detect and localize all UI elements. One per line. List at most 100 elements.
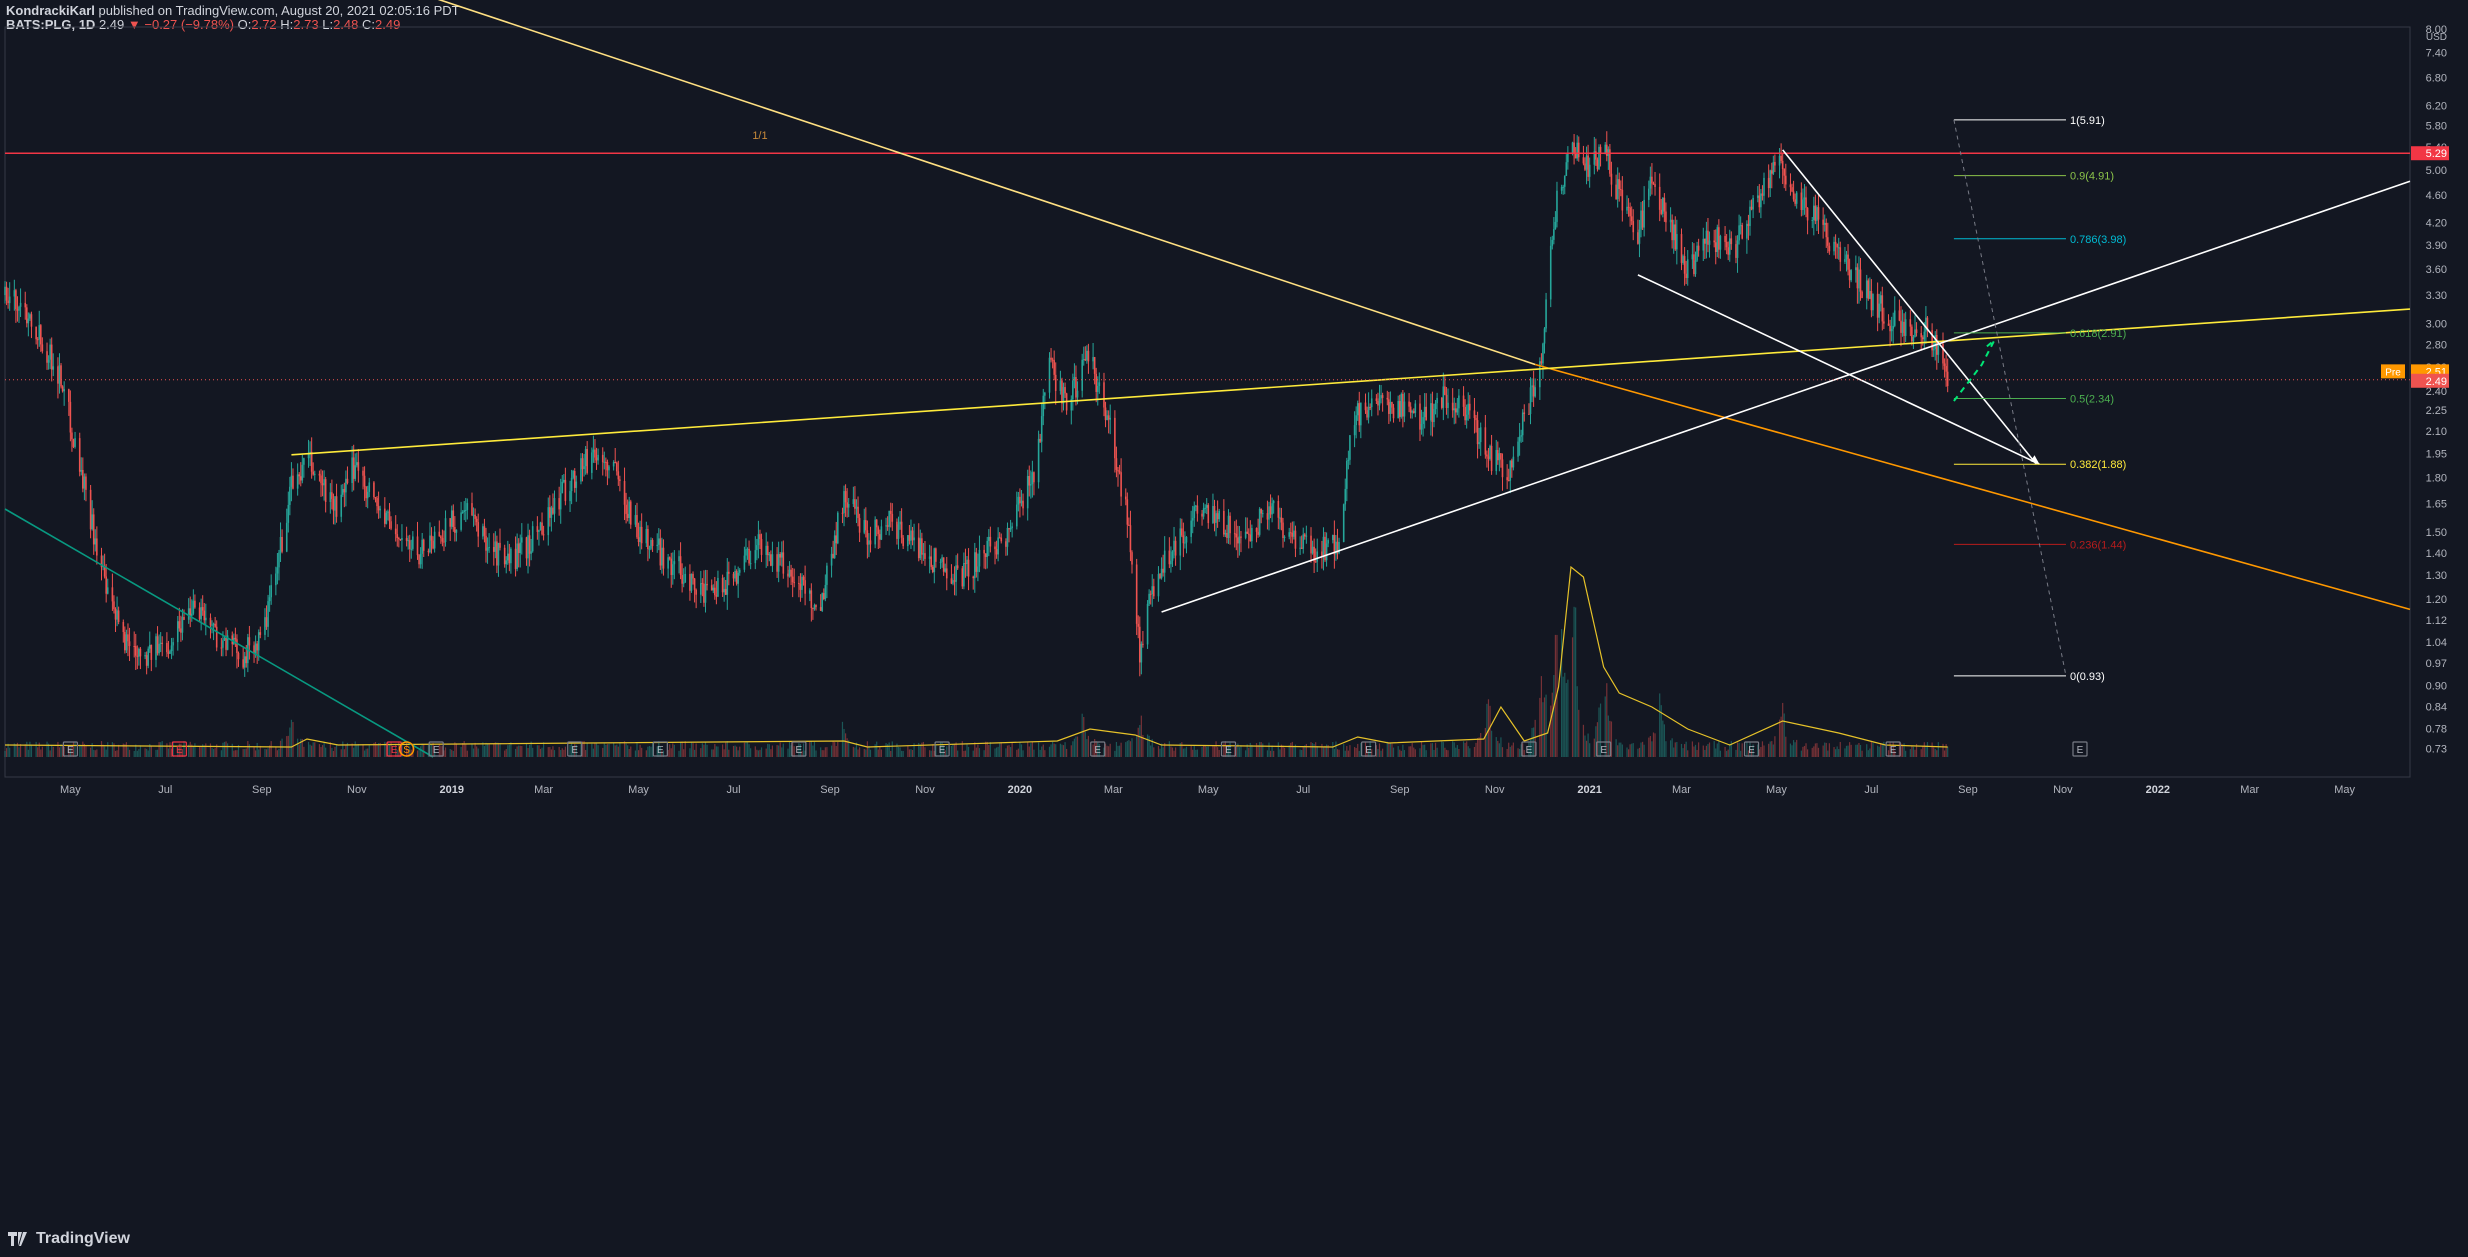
candle-body [1202,508,1205,517]
candle-body [813,604,816,610]
candle-body [1716,227,1719,252]
volume-bar [1542,702,1544,757]
volume-bar [1621,744,1623,757]
volume-bar [728,749,730,757]
volume-bar [591,743,593,757]
volume-bar [1813,746,1815,757]
candle-body [82,469,84,489]
volume-bar [639,744,641,757]
candle-body [1195,505,1197,507]
candle-body [1845,254,1848,260]
trendline-green-descending [4,508,434,758]
volume-bar [144,748,146,757]
volume-bar [553,750,556,757]
candle-body [1637,232,1639,244]
volume-bar [1617,745,1619,757]
candle-body [30,314,33,327]
volume-bar [264,748,266,757]
candle-body [281,537,283,552]
candle-body [1865,280,1868,298]
price-tick-label: 5.80 [2426,121,2447,133]
candle-body [1621,189,1624,211]
volume-bar [1920,749,1922,757]
candle-body [1149,593,1152,595]
candle-body [1442,386,1445,408]
volume-bar [739,746,741,757]
candle-body [1900,320,1902,333]
volume-bar [1106,745,1108,757]
volume-bar [279,740,282,757]
candle-body [1465,414,1468,421]
candle-body [1447,402,1449,408]
candle-body [172,642,174,646]
volume-bar [222,742,224,757]
volume-bar [1343,744,1345,757]
candle-body [714,587,716,596]
volume-bar [1662,720,1664,757]
candle-body [1553,229,1555,240]
candle-body [243,656,246,668]
candle-body [879,534,881,540]
candle-body [1605,144,1608,156]
candle-body [788,569,791,577]
candle-body [72,439,75,447]
candle-body [1542,343,1544,364]
candle-body [1114,417,1116,459]
candle-body [1727,247,1729,255]
volume-bar [844,733,847,757]
candle-body [791,576,794,583]
volume-bar [1204,745,1206,757]
candle-body [1691,254,1694,260]
volume-bar [1410,746,1412,757]
candle-body [756,545,758,551]
volume-bar [297,738,299,757]
candle-body [449,518,451,527]
candle-body [405,538,408,541]
candle-body [1148,593,1150,604]
volume-bar [1584,735,1586,757]
candle-body [1397,401,1399,419]
candle-body [122,621,125,633]
candle-body [771,554,774,566]
volume-bar [1207,746,1209,757]
volume-bar [957,750,959,757]
volume-bar [1434,742,1437,757]
candle-body [1370,398,1373,408]
volume-bar [37,747,39,757]
volume-bar [608,743,610,757]
candle-body [290,475,293,487]
volume-bar [1392,747,1395,757]
candle-body [1705,230,1708,244]
candle-body [1497,450,1499,461]
volume-bar [1934,748,1936,757]
volume-bar [641,747,643,757]
candle-body [60,365,62,387]
candle-body [144,655,146,657]
price-chart[interactable]: 8.007.406.806.205.805.405.004.604.203.90… [0,0,2468,1257]
time-tick-label: 2021 [1577,784,1601,796]
candle-body [517,543,520,554]
candle-body [1316,551,1319,562]
candle-body [236,639,238,654]
candle-body [1867,280,1870,299]
volume-bar [1564,672,1566,757]
volume-bar [1217,747,1219,757]
candle-body [1567,153,1569,163]
volume-bar [1195,749,1197,757]
volume-bar [628,749,630,757]
candle-body [329,492,332,502]
candle-body [1758,195,1761,208]
volume-bar [334,747,336,757]
volume-bar [863,748,865,757]
volume-bar [756,749,758,757]
candle-body [1146,603,1149,645]
candle-body [1249,534,1252,542]
candle-body [494,541,497,552]
volume-bar [1511,745,1513,757]
volume-bar [771,745,774,757]
volume-bar [1181,742,1183,757]
candle-body [1314,561,1317,563]
candle-body [1272,500,1275,504]
volume-bar [1931,742,1933,757]
volume-bar [1126,740,1128,757]
